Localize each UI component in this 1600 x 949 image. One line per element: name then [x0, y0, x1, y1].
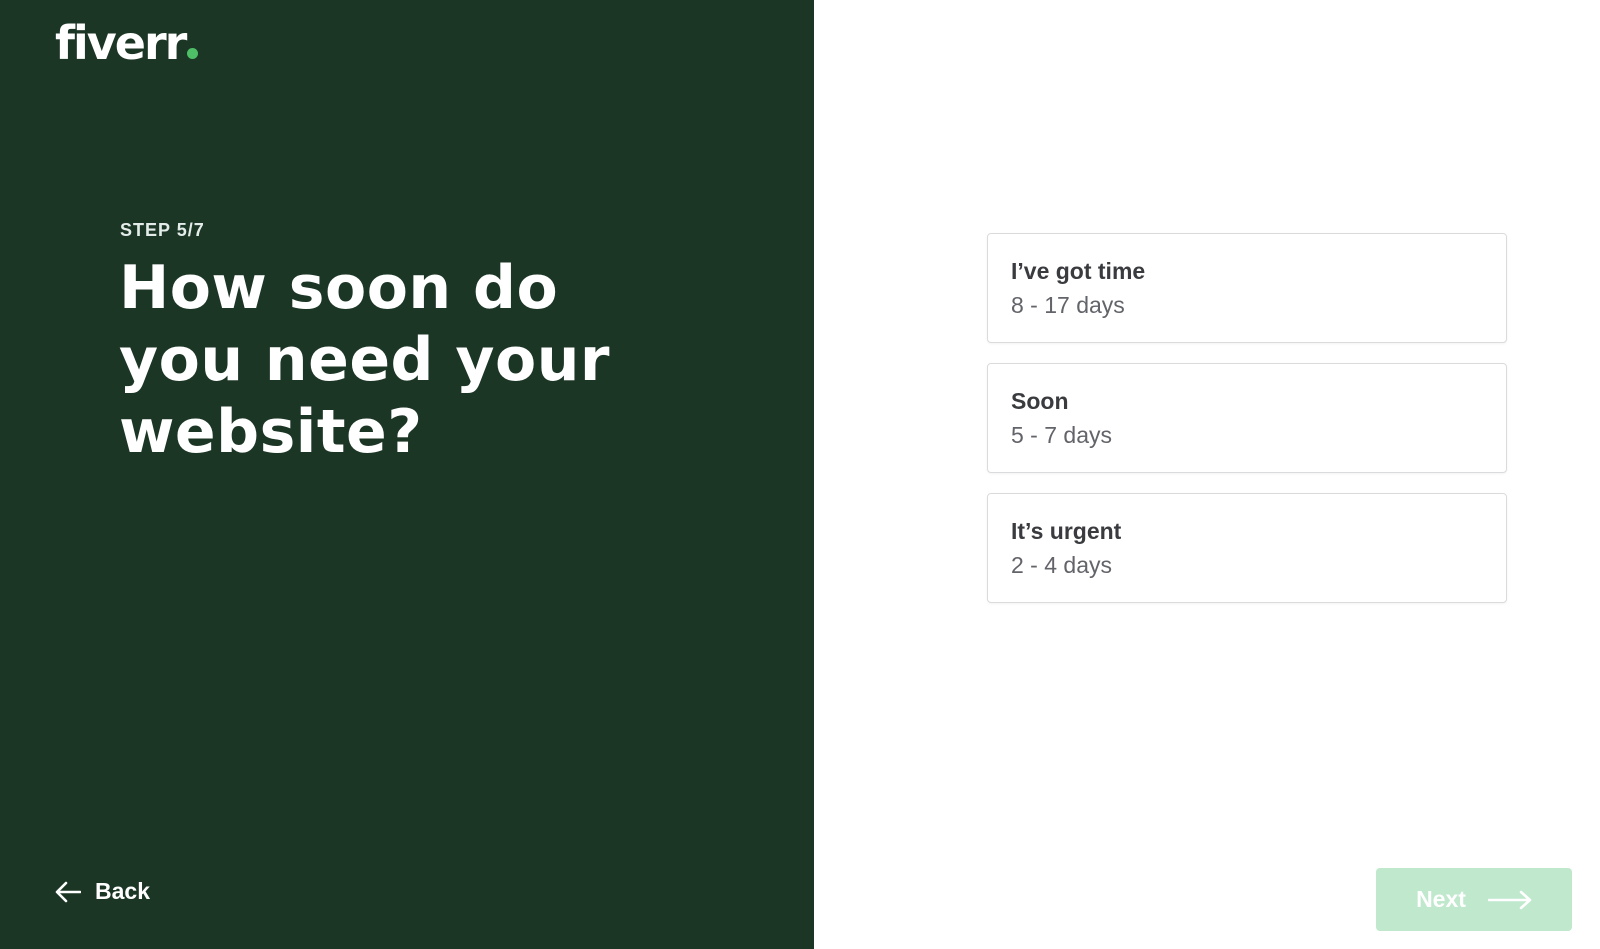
option-card-urgent[interactable]: It’s urgent 2 - 4 days — [987, 493, 1507, 603]
option-title: Soon — [1011, 388, 1069, 414]
logo-text: fiverr — [55, 16, 187, 70]
logo-dot — [187, 48, 199, 59]
onboarding-page: fiverr STEP 5/7 How soon do you need you… — [0, 0, 1600, 949]
next-button[interactable]: Next — [1376, 868, 1572, 931]
option-subtitle: 8 - 17 days — [1011, 292, 1125, 318]
option-subtitle: 5 - 7 days — [1011, 422, 1112, 448]
step-indicator: STEP 5/7 — [120, 220, 205, 240]
option-card-got-time[interactable]: I’ve got time 8 - 17 days — [987, 233, 1507, 343]
option-title: I’ve got time — [1011, 258, 1146, 284]
fiverr-logo[interactable]: fiverr — [55, 20, 199, 66]
timeline-options: I’ve got time 8 - 17 days Soon 5 - 7 day… — [987, 233, 1507, 623]
back-button[interactable]: Back — [55, 878, 150, 905]
arrow-right-icon — [1487, 890, 1532, 909]
back-label: Back — [95, 878, 150, 904]
page-title: How soon do you need your website? — [119, 253, 611, 467]
next-label: Next — [1416, 886, 1466, 912]
arrow-left-icon — [55, 881, 81, 902]
option-subtitle: 2 - 4 days — [1011, 552, 1112, 578]
option-title: It’s urgent — [1011, 518, 1122, 544]
option-card-soon[interactable]: Soon 5 - 7 days — [987, 363, 1507, 473]
left-panel: fiverr STEP 5/7 How soon do you need you… — [0, 0, 814, 949]
